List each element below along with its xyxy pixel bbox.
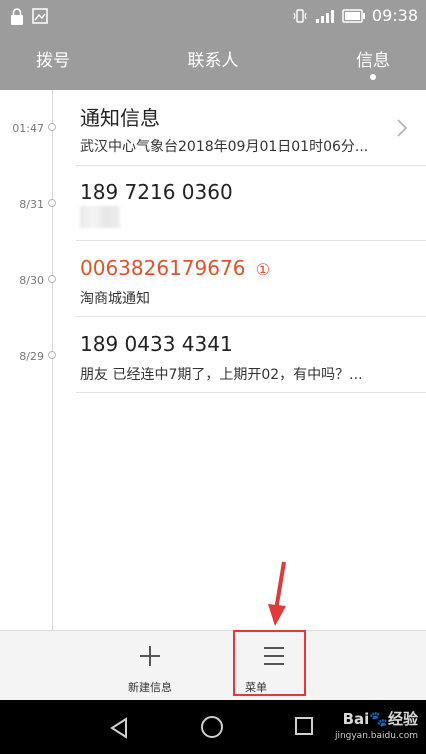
tab-messages-label: 信息 [356, 51, 390, 71]
paw-icon: 🐾 [369, 710, 388, 728]
watermark-brand: Bai [342, 710, 370, 728]
recents-icon[interactable] [294, 716, 314, 736]
chevron-right-icon [397, 119, 408, 137]
tab-contacts-label: 联系人 [187, 51, 239, 71]
list-item[interactable]: 8/31 189 7216 0360 [0, 166, 426, 242]
message-title: 0063826179676 ① [80, 256, 270, 280]
tab-contacts[interactable]: 联系人 [160, 36, 266, 90]
message-date: 01:47 [12, 122, 44, 135]
message-preview: 淘商城通知 [80, 291, 150, 307]
new-message-label: 新建信息 [128, 681, 172, 694]
message-date: 8/30 [19, 274, 44, 287]
message-title-number: 0063826179676 [80, 256, 246, 280]
message-badge: ① [255, 260, 271, 279]
plus-icon [140, 646, 160, 666]
back-icon[interactable] [108, 716, 130, 740]
tab-dialer[interactable]: 拨号 [0, 36, 106, 90]
tab-messages[interactable]: 信息 [320, 36, 426, 90]
list-item[interactable]: 8/29 189 0433 4341 朋友 已经连中7期了，上期开02，有中吗？… [0, 318, 426, 394]
blurred-preview [80, 206, 120, 228]
new-message-button[interactable]: 新建信息 [110, 631, 190, 701]
timeline-node [48, 199, 56, 207]
message-title: 通知信息 [80, 106, 160, 130]
watermark-url: jingyan.baidu.com [334, 731, 418, 741]
timeline-node [48, 123, 56, 131]
message-preview: 朋友 已经连中7期了，上期开02，有中吗？... [80, 367, 363, 383]
signal-icon [315, 9, 334, 23]
tab-bar: 拨号 联系人 信息 [0, 36, 426, 90]
menu-highlight-box [233, 630, 306, 696]
watermark-brand-suffix: 经验 [387, 710, 418, 728]
navigation-bar: Bai🐾经验 jingyan.baidu.com [0, 700, 426, 754]
baidu-watermark: Bai🐾经验 jingyan.baidu.com [335, 708, 418, 741]
bottom-toolbar: 新建信息 菜单 [0, 630, 426, 701]
divider [76, 316, 426, 317]
status-bar: 09:38 [0, 0, 426, 36]
lock-icon [11, 8, 23, 25]
vibrate-icon [293, 8, 307, 23]
list-item[interactable]: 01:47 通知信息 武汉中心气象台2018年09月01日01时06分... [0, 90, 426, 166]
home-icon[interactable] [200, 715, 224, 739]
timeline-node [48, 275, 56, 283]
active-tab-indicator [370, 74, 376, 80]
message-preview: 武汉中心气象台2018年09月01日01时06分... [80, 139, 369, 155]
image-icon [32, 8, 48, 24]
divider [76, 240, 426, 241]
message-date: 8/31 [19, 198, 44, 211]
list-item[interactable]: 8/30 0063826179676 ① 淘商城通知 [0, 242, 426, 318]
message-date: 8/29 [19, 350, 44, 363]
tab-dialer-label: 拨号 [36, 51, 70, 71]
status-time: 09:38 [371, 6, 418, 25]
timeline-node [48, 351, 56, 359]
message-title: 189 7216 0360 [80, 180, 233, 204]
message-title: 189 0433 4341 [80, 332, 233, 356]
divider [76, 392, 426, 393]
battery-icon [342, 8, 365, 23]
annotation-arrow-icon [268, 561, 286, 626]
